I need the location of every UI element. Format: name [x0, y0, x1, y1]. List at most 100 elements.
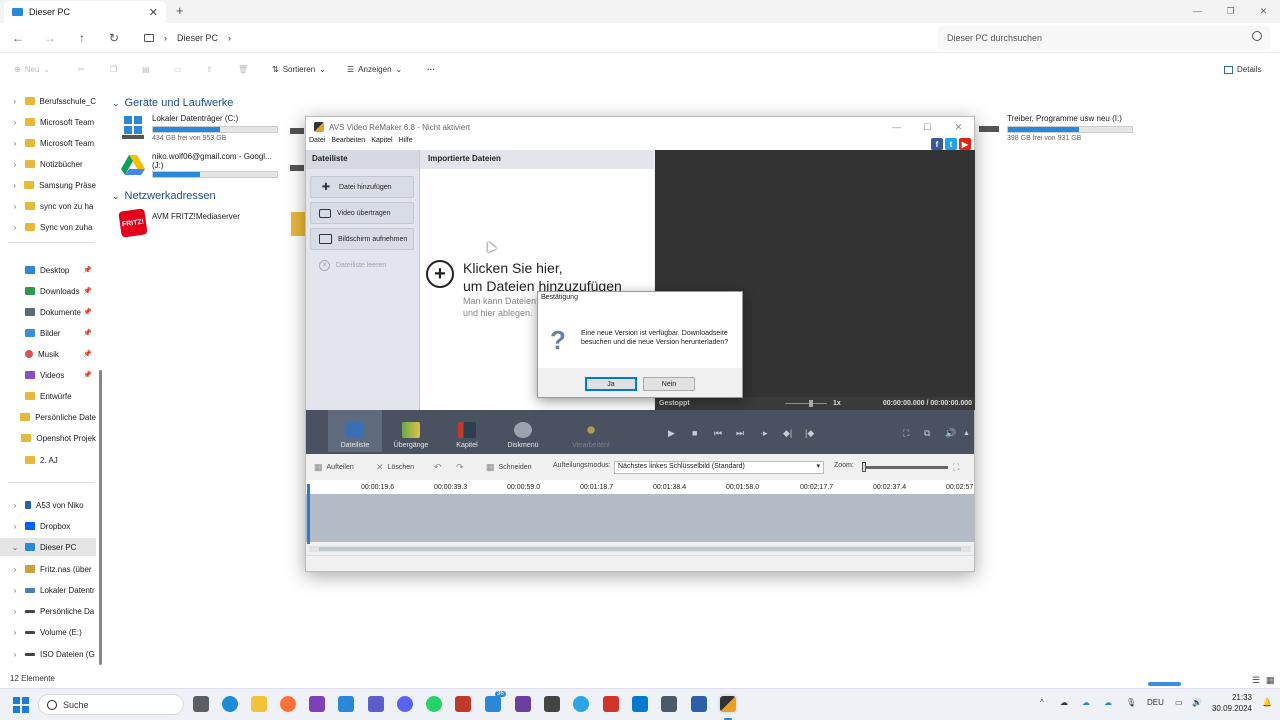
close-icon[interactable]: ✕ — [1247, 0, 1280, 22]
timeline-scrollbar[interactable] — [309, 546, 971, 552]
paste-icon[interactable]: ▤ — [142, 65, 150, 74]
quick-access-item[interactable]: Persönliche Date — [0, 408, 96, 426]
cut-button[interactable]: ▦ Schneiden — [486, 462, 532, 473]
nav-item[interactable]: › Sync von zuha — [0, 218, 96, 236]
app-icon[interactable] — [573, 696, 589, 712]
app-icon[interactable] — [455, 696, 471, 712]
device-item-selected[interactable]: ⌄ Dieser PC — [0, 538, 96, 556]
edge-icon[interactable] — [222, 696, 238, 712]
tray-chevron-icon[interactable]: ^ — [1040, 698, 1044, 707]
nav-item[interactable]: › Notizbücher — [0, 155, 96, 173]
add-file-button[interactable]: ✚ Datei hinzufügen — [310, 176, 414, 198]
quick-access-item[interactable]: Bilder 📌 — [0, 324, 96, 342]
network-item-fritz[interactable]: FRITZ! AVM FRITZ!Mediaserver — [118, 208, 240, 238]
quick-access-item[interactable]: Musik 📌 — [0, 345, 96, 363]
taskbar-clock[interactable]: 21:33 30.09.2024 — [1210, 692, 1252, 714]
transfer-video-button[interactable]: Video übertragen — [310, 202, 414, 224]
section-drives-header[interactable]: ⌄ Geräte und Laufwerke — [112, 97, 233, 109]
nav-item[interactable]: › Microsoft Team — [0, 134, 96, 152]
next-frame-icon[interactable]: ⏭ — [736, 428, 744, 439]
facebook-icon[interactable]: f — [931, 138, 943, 150]
view-toggle-tiles-icon[interactable]: ▦ — [1266, 675, 1275, 686]
record-screen-button[interactable]: Bildschirm aufnehmen — [310, 228, 414, 250]
quick-access-item[interactable]: Dokumente 📌 — [0, 303, 96, 321]
nav-item[interactable]: › sync von zu ha — [0, 197, 96, 215]
cloud-icon[interactable]: ☁ — [1060, 698, 1068, 707]
delete-button[interactable]: ✕ Löschen — [376, 462, 414, 473]
microphone-icon[interactable]: 🎙 — [1126, 698, 1136, 707]
drive-c[interactable]: Lokaler Datenträger (C:) 434 GB frei von … — [120, 114, 278, 142]
menu-bearbeiten[interactable]: Bearbeiten — [331, 137, 365, 150]
start-icon[interactable] — [13, 697, 29, 713]
notifications-icon[interactable]: 🔔 — [1262, 698, 1272, 707]
close-tab-icon[interactable]: ✕ — [149, 6, 158, 19]
split-button[interactable]: ▦ Aufteilen — [314, 462, 354, 473]
more-options-button[interactable]: ··· — [427, 65, 435, 74]
device-item[interactable]: › Persönliche Da — [0, 602, 96, 620]
nav-item[interactable]: › Microsoft Team — [0, 113, 96, 131]
quick-access-item[interactable]: 2. AJ — [0, 451, 96, 469]
fullscreen-icon[interactable]: ⛶ — [903, 428, 909, 439]
horizontal-scrollbar[interactable] — [1148, 682, 1181, 686]
toolbar-dateiliste[interactable]: Dateiliste — [328, 410, 382, 452]
close-icon[interactable]: ✕ — [943, 117, 974, 137]
minimize-icon[interactable]: — — [1181, 0, 1214, 22]
task-view-icon[interactable] — [193, 696, 209, 712]
set-end-marker-icon[interactable]: |◆ — [805, 428, 814, 439]
cut-icon[interactable]: ✂ — [78, 65, 85, 74]
new-tab-icon[interactable]: + — [176, 3, 184, 18]
speed-slider[interactable] — [785, 400, 827, 407]
device-item[interactable]: › Volume (E:) — [0, 623, 96, 641]
minimize-icon[interactable]: — — [881, 117, 912, 137]
timeline-ruler[interactable]: 00:00:19.6 00:00:39.3 00:00:59.0 00:01:1… — [306, 480, 974, 494]
volume-chevron-icon[interactable]: ▲ — [963, 430, 970, 437]
drive-google[interactable]: niko.wolf06@gmail.com - Googl... (J:) — [120, 152, 278, 178]
drive-i[interactable]: Treiber, Programme usw neu (I:) 398 GB fr… — [975, 114, 1133, 142]
language-indicator[interactable]: DEU — [1147, 698, 1164, 707]
menu-kapitel[interactable]: Kapitel — [371, 137, 392, 150]
speed-slider-thumb[interactable] — [809, 400, 813, 407]
nav-item[interactable]: › Samsung Präse — [0, 176, 96, 194]
share-icon[interactable]: ⇪ — [206, 65, 213, 74]
add-files-plus-icon[interactable]: + — [426, 260, 454, 288]
rename-icon[interactable]: ▭ — [174, 65, 182, 74]
quick-access-item[interactable]: Desktop 📌 — [0, 261, 96, 279]
goto-marker-icon[interactable]: ·▸ — [760, 428, 768, 439]
previous-frame-icon[interactable]: ⏮ — [714, 428, 722, 439]
view-toggle-details-icon[interactable]: ☰ — [1252, 675, 1260, 686]
undo-icon[interactable]: ↶ — [434, 462, 442, 473]
twitter-icon[interactable]: t — [945, 138, 957, 150]
section-network-header[interactable]: ⌄ Netzwerkadressen — [112, 190, 216, 202]
toolbar-uebergaenge[interactable]: Übergänge — [384, 410, 438, 452]
zoom-fit-icon[interactable]: ⛶ — [953, 462, 959, 473]
breadcrumb-item[interactable]: Dieser PC — [177, 33, 218, 43]
search-input[interactable]: Dieser PC durchsuchen — [938, 26, 1270, 50]
clear-list-button[interactable]: ✕ Dateiliste leeren — [310, 254, 414, 276]
discord-icon[interactable] — [397, 696, 413, 712]
refresh-icon[interactable]: ↻ — [104, 29, 124, 47]
new-button[interactable]: ⊕ Neu ⌄ — [14, 65, 50, 74]
tab-dieser-pc[interactable]: Dieser PC ✕ — [4, 1, 166, 23]
sort-button[interactable]: ⇅ Sortieren ⌄ — [272, 65, 326, 74]
quick-access-item[interactable]: Videos 📌 — [0, 366, 96, 384]
app-icon[interactable] — [515, 696, 531, 712]
app-icon[interactable] — [691, 696, 707, 712]
device-item[interactable]: › ISO Dateien (G — [0, 645, 96, 663]
timeline-scroll-thumb[interactable] — [319, 547, 961, 551]
volume-icon[interactable]: 🔊 — [945, 428, 956, 439]
redo-icon[interactable]: ↷ — [456, 462, 464, 473]
teams-icon[interactable] — [368, 696, 384, 712]
view-button[interactable]: ☰ Anzeigen ⌄ — [347, 65, 402, 74]
forward-icon[interactable]: → — [40, 29, 60, 47]
menu-hilfe[interactable]: Hilfe — [399, 137, 413, 150]
toolbar-verarbeiten[interactable]: Verarbeiten! — [562, 410, 620, 452]
nav-item[interactable]: › Berufsschule_C — [0, 92, 96, 110]
play-icon[interactable]: ▶ — [668, 428, 675, 439]
device-item[interactable]: › Dropbox — [0, 517, 96, 535]
details-button[interactable]: Details — [1224, 65, 1261, 74]
menu-datei[interactable]: Datei — [309, 137, 325, 150]
app-icon[interactable] — [544, 696, 560, 712]
speaker-icon[interactable]: 🔊 — [1192, 698, 1202, 707]
copy-icon[interactable]: ❐ — [110, 65, 117, 74]
timeline-playhead[interactable] — [307, 484, 310, 544]
